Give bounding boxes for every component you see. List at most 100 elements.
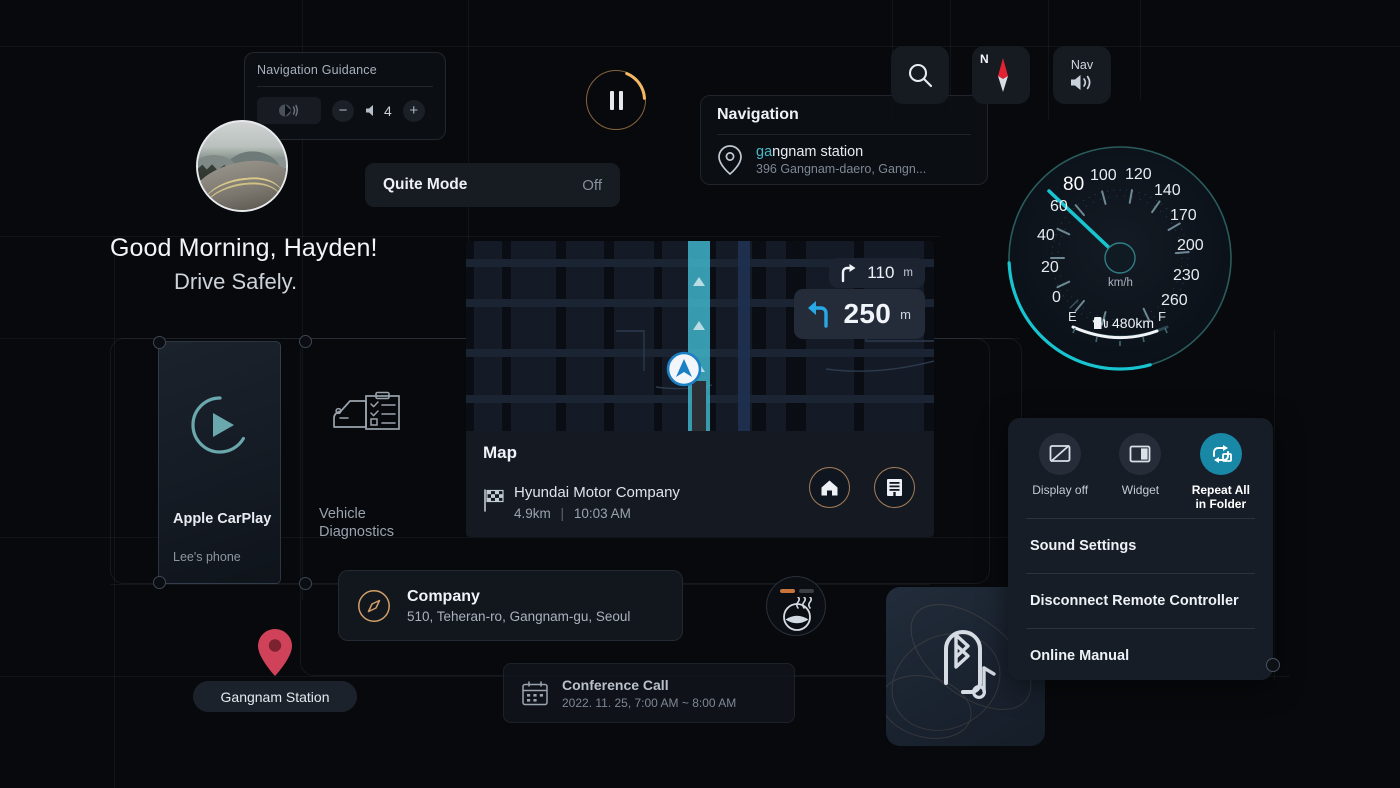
map-eta: 10:03 AM (573, 506, 631, 521)
conference-call-card[interactable]: Conference Call 2022. 11. 25, 7:00 AM ~ … (503, 663, 795, 723)
menu-resize-handle[interactable] (1266, 658, 1280, 672)
quite-mode-row[interactable]: Quite Mode Off (365, 163, 620, 207)
heated-steering-wheel-icon (778, 597, 816, 631)
repeat-all-icon (1199, 433, 1242, 475)
company-title: Company (407, 587, 480, 605)
heated-steering-wheel-button[interactable] (766, 576, 826, 636)
compass-north-label: N (980, 52, 989, 66)
nav-sound-label: Nav (1070, 58, 1094, 72)
speaker-icon (365, 104, 379, 117)
app-card-apple-carplay[interactable]: Apple CarPlay Lee's phone (153, 336, 281, 589)
volume-icon (1069, 73, 1095, 92)
nav-sound-button[interactable]: Nav (1053, 46, 1111, 104)
speedometer-tick: 260 (1161, 292, 1188, 309)
fuel-pump-icon (1092, 315, 1108, 331)
context-menu-icon-row: Display off Widget Repeat All in Folder (1008, 418, 1273, 518)
office-icon (886, 478, 903, 497)
menu-item-widget[interactable]: Widget (1105, 433, 1175, 512)
map-title: Map (483, 443, 517, 462)
main-turn-indicator: 250 m (793, 289, 925, 339)
menu-row-online-manual[interactable]: Online Manual (1008, 629, 1273, 683)
map-office-button[interactable] (874, 467, 915, 508)
speedometer-tick: 100 (1090, 167, 1117, 184)
speedometer-tick: 80 (1063, 174, 1085, 195)
navigation-result-title: gangnam station (756, 144, 926, 160)
menu-item-label: Widget (1121, 483, 1160, 497)
card-node-dot (153, 336, 166, 349)
compass-icon (989, 56, 1013, 94)
volume-value: 4 (384, 102, 392, 119)
card-node-dot (299, 577, 312, 590)
map-card[interactable]: 110 m 250 m Map Hyundai Motor Company 4.… (466, 241, 934, 537)
speedometer-tick: 120 (1125, 166, 1152, 183)
navigation-guidance-panel: Navigation Guidance − 4 + (244, 52, 446, 140)
context-menu: Display off Widget Repeat All in Folder … (1008, 418, 1280, 683)
app-subtitle: Lee's phone (173, 550, 241, 564)
map-home-button[interactable] (809, 467, 850, 508)
menu-item-label: Display off (1032, 483, 1089, 497)
menu-row-disconnect-remote-controller[interactable]: Disconnect Remote Controller (1008, 574, 1273, 628)
app-card-vehicle-diagnostics[interactable]: Vehicle Diagnostics (299, 335, 428, 590)
main-turn-unit: m (900, 306, 911, 322)
map-info-bar: Map Hyundai Motor Company 4.9km | 10:03 … (466, 431, 934, 537)
volume-decrease-button[interactable]: − (332, 99, 354, 122)
map-meta: 4.9km | 10:03 AM (514, 506, 631, 521)
navigation-result-card[interactable]: Navigation gangnam station 396 Gangnam-d… (700, 95, 988, 185)
navigation-card-header: Navigation (717, 106, 971, 135)
pause-icon (586, 70, 646, 130)
voice-guidance-icon (277, 103, 301, 118)
search-icon (906, 61, 934, 89)
speedometer: 0 20 40 60 80 100 120 140 170 200 230 26… (1007, 145, 1233, 371)
app-title: Apple CarPlay (173, 511, 272, 527)
search-term-rest: ngnam station (772, 144, 864, 160)
station-label[interactable]: Gangnam Station (193, 681, 357, 712)
heat-level-indicator-2 (799, 589, 814, 593)
search-button[interactable] (891, 46, 949, 104)
media-pause-button[interactable] (586, 70, 646, 130)
speedometer-unit: km/h (1108, 277, 1133, 289)
map-distance: 4.9km (514, 506, 551, 521)
speedometer-tick: 20 (1041, 259, 1059, 276)
next-turn-distance: 110 (867, 263, 895, 282)
navigation-arrow-icon (666, 351, 702, 387)
vehicle-diagnostics-icon (305, 391, 428, 439)
card-node-dot (153, 576, 166, 589)
checkered-flag-icon (483, 488, 505, 512)
map-pin-icon (717, 144, 743, 176)
quite-mode-value: Off (582, 176, 602, 194)
compass-button[interactable]: N (972, 46, 1030, 104)
menu-item-label-line-2: in Folder (1195, 497, 1247, 512)
company-address: 510, Teheran-ro, Gangnam-gu, Seoul (407, 608, 631, 624)
display-off-icon (1039, 433, 1082, 475)
carplay-play-icon (159, 394, 280, 456)
widget-icon (1119, 433, 1162, 475)
home-icon (820, 479, 839, 497)
voice-guidance-toggle[interactable] (257, 97, 321, 124)
speedometer-tick: 60 (1050, 198, 1068, 215)
menu-item-display-off[interactable]: Display off (1025, 433, 1095, 512)
card-node-dot (299, 335, 312, 348)
app-title: Vehicle Diagnostics (319, 506, 394, 541)
heat-level-indicator-1 (780, 589, 795, 593)
search-term-highlight: ga (756, 144, 773, 160)
volume-increase-button[interactable]: + (402, 99, 425, 122)
menu-row-sound-settings[interactable]: Sound Settings (1008, 519, 1273, 573)
quite-mode-label: Quite Mode (383, 176, 468, 193)
map-destination: Hyundai Motor Company (514, 484, 680, 501)
menu-item-repeat-all-in-folder[interactable]: Repeat All in Folder (1186, 433, 1256, 512)
next-turn-indicator: 110 m (829, 258, 925, 288)
location-pin-icon[interactable] (256, 628, 294, 678)
fuel-range-value: 480km (1112, 315, 1155, 331)
avatar[interactable] (196, 120, 288, 212)
company-card[interactable]: Company 510, Teheran-ro, Gangnam-gu, Seo… (338, 570, 683, 641)
speedometer-tick: 40 (1037, 227, 1055, 244)
map-canvas[interactable]: 110 m 250 m (466, 241, 934, 431)
calendar-icon (522, 680, 548, 706)
compass-outline-icon (357, 589, 391, 623)
infotainment-screen: Navigation Guidance − 4 + Quite Mode Off… (0, 0, 1400, 788)
navigation-result-address: 396 Gangnam-daero, Gangn... (756, 162, 927, 176)
navigation-guidance-title: Navigation Guidance (257, 63, 433, 87)
speedometer-tick: 0 (1052, 289, 1061, 306)
speedometer-tick: 140 (1154, 182, 1181, 199)
fuel-empty-label: E (1068, 309, 1077, 324)
